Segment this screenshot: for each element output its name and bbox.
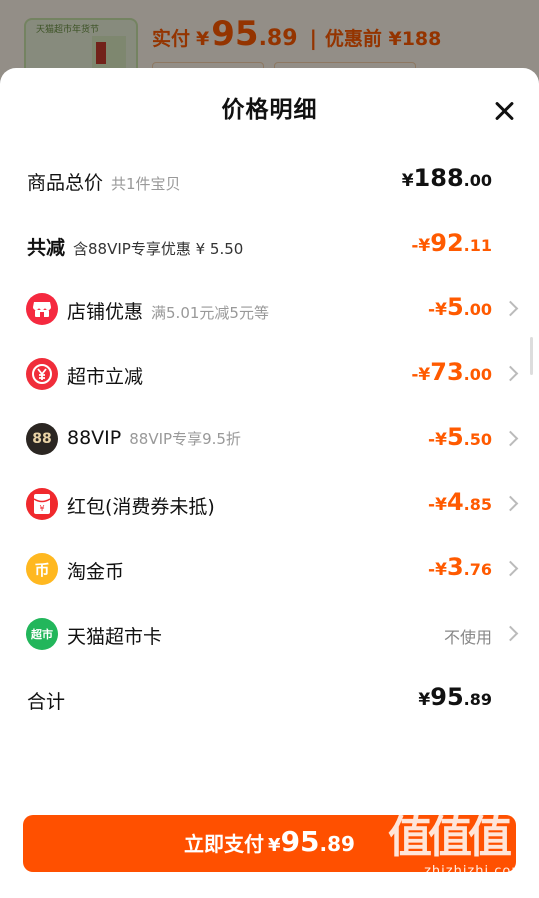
amount-int: 95 bbox=[430, 683, 464, 711]
vip-label: 88VIP bbox=[67, 427, 122, 449]
red-packet-icon: ¥ bbox=[26, 488, 58, 520]
red-packet-amount: - ¥4.85 bbox=[428, 488, 492, 516]
yen-symbol: ¥ bbox=[435, 300, 447, 320]
row-goods-total: 商品总价 共1件宝贝 ¥188.00 bbox=[0, 156, 539, 206]
shop-discount-amount: - ¥5.00 bbox=[428, 293, 492, 321]
sum-amount: ¥95.89 bbox=[418, 683, 492, 711]
taojinbi-label: 淘金币 bbox=[67, 561, 125, 583]
card-icon-text: 超市 bbox=[31, 628, 53, 641]
88vip-icon-text: 88 bbox=[32, 431, 52, 447]
goods-total-label: 商品总价 bbox=[27, 172, 104, 194]
chevron-right-icon bbox=[502, 300, 519, 317]
chevron-right-icon bbox=[502, 430, 519, 447]
minus-sign: - bbox=[428, 430, 436, 450]
close-button[interactable] bbox=[489, 96, 519, 126]
market-card-status: 不使用 bbox=[443, 628, 492, 647]
goods-count: 共1件宝贝 bbox=[111, 175, 181, 193]
chevron-right-icon bbox=[502, 365, 519, 382]
row-taojinbi[interactable]: 币 淘金币 - ¥3.76 bbox=[0, 545, 539, 595]
amount-dec: .00 bbox=[463, 365, 492, 384]
sum-label: 合计 bbox=[27, 691, 66, 713]
amount-dec: .11 bbox=[463, 236, 492, 255]
shop-discount-label: 店铺优惠 bbox=[67, 301, 144, 323]
scrollbar-thumb[interactable] bbox=[530, 337, 533, 375]
minus-sign: - bbox=[428, 560, 436, 580]
minus-sign: - bbox=[428, 495, 436, 515]
yen-symbol: ¥ bbox=[435, 430, 447, 450]
pay-amount-int: 95 bbox=[280, 825, 320, 858]
goods-total-amount: ¥188.00 bbox=[402, 164, 492, 192]
amount-int: 3 bbox=[446, 553, 464, 581]
shop-icon bbox=[26, 293, 58, 325]
vip-discount-amount: - ¥5.50 bbox=[428, 423, 492, 451]
market-discount-amount: - ¥73.00 bbox=[411, 358, 492, 386]
amount-int: 73 bbox=[430, 358, 464, 386]
chevron-right-icon bbox=[502, 560, 519, 577]
row-label: 天猫超市卡 bbox=[67, 622, 162, 649]
vip-note: 88VIP专享9.5折 bbox=[129, 430, 241, 448]
88vip-icon: 88 bbox=[26, 423, 58, 455]
amount-dec: .89 bbox=[463, 690, 492, 709]
yen-symbol: ¥ bbox=[418, 690, 431, 710]
row-label: 淘金币 bbox=[67, 557, 124, 584]
reduction-label: 共减 bbox=[27, 237, 66, 259]
svg-text:¥: ¥ bbox=[39, 504, 44, 513]
amount-int: 5 bbox=[446, 293, 464, 321]
price-detail-sheet: 价格明细 商品总价 共1件宝贝 ¥188.00 共减 含88VIP专享优惠 ¥ 5.… bbox=[0, 68, 539, 898]
row-market-discount[interactable]: 超市立减 - ¥73.00 bbox=[0, 350, 539, 400]
row-red-packet[interactable]: ¥ 红包(消费券未抵) - ¥4.85 bbox=[0, 480, 539, 530]
row-88vip[interactable]: 88 88VIP 88VIP专享9.5折 - ¥5.50 bbox=[0, 415, 539, 465]
chevron-right-icon bbox=[502, 625, 519, 642]
row-label: 合计 bbox=[27, 687, 65, 714]
pay-button-label: 立即支付 bbox=[184, 832, 265, 856]
market-card-label: 天猫超市卡 bbox=[67, 626, 163, 648]
yuan-coin-icon bbox=[26, 358, 58, 390]
sheet-title: 价格明细 bbox=[221, 97, 318, 123]
minus-sign: - bbox=[428, 300, 436, 320]
amount-dec: .00 bbox=[463, 300, 492, 319]
row-sum: 合计 ¥95.89 bbox=[0, 675, 539, 725]
row-shop-discount[interactable]: 店铺优惠 满5.01元减5元等 - ¥5.00 bbox=[0, 285, 539, 335]
chevron-right-icon bbox=[502, 495, 519, 512]
pay-now-button[interactable]: 立即支付 ¥95.89 bbox=[23, 815, 516, 872]
amount-dec: .76 bbox=[463, 560, 492, 579]
row-label: 共减 含88VIP专享优惠 ¥ 5.50 bbox=[27, 233, 243, 260]
amount-dec: .00 bbox=[463, 171, 492, 190]
market-discount-label: 超市立减 bbox=[67, 366, 144, 388]
yen-symbol: ¥ bbox=[268, 835, 281, 856]
amount-int: 188 bbox=[413, 164, 464, 192]
amount-dec: .85 bbox=[463, 495, 492, 514]
pay-amount-dec: .89 bbox=[319, 832, 355, 856]
amount-dec: .50 bbox=[463, 430, 492, 449]
amount-int: 5 bbox=[446, 423, 464, 451]
gold-coin-icon: 币 bbox=[26, 553, 58, 585]
row-tmall-market-card[interactable]: 超市 天猫超市卡 不使用 bbox=[0, 610, 539, 660]
row-label: 红包(消费券未抵) bbox=[67, 492, 215, 519]
yen-symbol: ¥ bbox=[401, 171, 414, 191]
red-packet-label: 红包(消费券未抵) bbox=[67, 496, 215, 518]
reduction-note: 含88VIP专享优惠 ¥ 5.50 bbox=[73, 240, 244, 258]
row-label: 超市立减 bbox=[67, 362, 143, 389]
amount-int: 4 bbox=[446, 488, 464, 516]
row-label: 商品总价 共1件宝贝 bbox=[27, 168, 181, 195]
row-label: 店铺优惠 满5.01元减5元等 bbox=[67, 297, 269, 324]
gold-coin-icon-text: 币 bbox=[34, 560, 50, 579]
row-label: 88VIP 88VIP专享9.5折 bbox=[67, 427, 241, 449]
amount-int: 92 bbox=[430, 229, 464, 257]
shop-discount-rule: 满5.01元减5元等 bbox=[151, 304, 269, 322]
yen-symbol: ¥ bbox=[435, 560, 447, 580]
yen-symbol: ¥ bbox=[435, 495, 447, 515]
minus-sign: - bbox=[411, 236, 419, 256]
reduction-amount: - ¥92.11 bbox=[411, 229, 492, 257]
yen-symbol: ¥ bbox=[418, 236, 431, 256]
taojinbi-amount: - ¥3.76 bbox=[428, 553, 492, 581]
tmall-market-card-icon: 超市 bbox=[26, 618, 58, 650]
minus-sign: - bbox=[411, 365, 419, 385]
row-total-reduction: 共减 含88VIP专享优惠 ¥ 5.50 - ¥92.11 bbox=[0, 221, 539, 271]
yen-symbol: ¥ bbox=[418, 365, 431, 385]
